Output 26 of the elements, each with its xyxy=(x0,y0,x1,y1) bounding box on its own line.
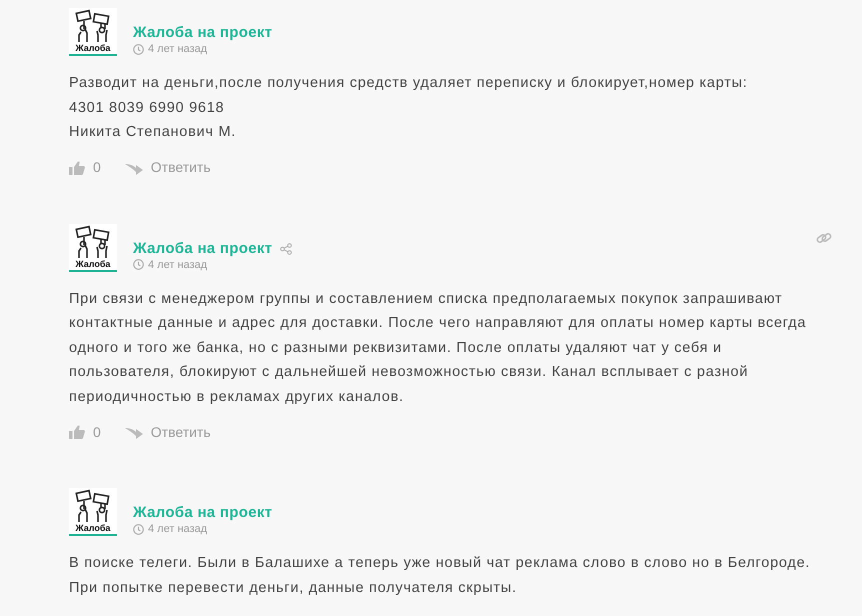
reply-arrow-icon[interactable] xyxy=(124,425,143,439)
comment-text: В поиске телеги. Были в Балашихе а теперь уже новый чат реклама слово в слово но в Белгороде. При попытке перевести деньги, данные получателя скрыты. xyxy=(69,554,812,598)
avatar-label: Жалоба xyxy=(76,43,110,54)
reply-link[interactable]: Ответить xyxy=(150,157,211,178)
clock-icon xyxy=(133,44,144,54)
timestamp: 4 лет назад xyxy=(148,258,208,272)
timestamp: 4 лет назад xyxy=(148,42,208,56)
timestamp: 4 лет назад xyxy=(148,522,208,536)
share-icon[interactable] xyxy=(280,242,292,254)
clock-icon xyxy=(133,524,144,534)
avatar-label: Жалоба xyxy=(76,258,110,270)
link-icon[interactable] xyxy=(816,231,832,246)
thumbs-up-icon[interactable] xyxy=(69,425,85,439)
like-count: 0 xyxy=(93,422,101,442)
comment-text: При связи с менеджером группы и составлением списка предполагаемых покупок запрашивают контактные данные и адрес для доставки. После чего направляют для оплаты номер карты всегда одного и того же банка, но с разными реквизитами. После оплаты удаляют чат у себя и пользователя, блокируют с дальнейшей невозможностью связи. Канал всплывает с разной периодичностью в рекламах других каналов. xyxy=(69,290,808,406)
author-name[interactable]: Жалоба на проект xyxy=(133,24,272,42)
clock-icon xyxy=(133,259,144,270)
like-count: 0 xyxy=(93,158,101,177)
author-name[interactable]: Жалоба на проект xyxy=(133,240,272,258)
comment-text: Разводит на деньги,после получения средств удаляет переписку и блокирует,номер карты: xyxy=(69,74,749,93)
reply-link[interactable]: Ответить xyxy=(150,422,211,442)
thumbs-up-icon[interactable] xyxy=(69,160,85,174)
comment-text: Никита Степанович М. xyxy=(69,123,238,142)
comment-text: 4301 8039 6990 9618 xyxy=(69,98,226,118)
avatar-label: Жалоба xyxy=(76,523,110,534)
author-name[interactable]: Жалоба на проект xyxy=(133,504,272,522)
